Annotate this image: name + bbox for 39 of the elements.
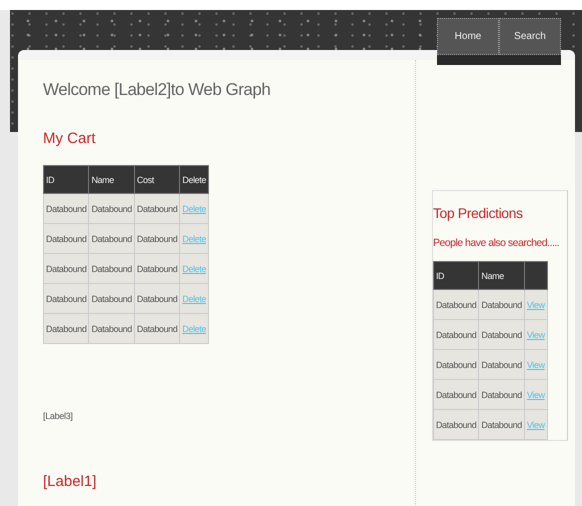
table-cell: Databound [136,324,178,334]
nav-button[interactable]: Home [437,18,499,55]
table-cell: Databound [46,234,86,244]
table-cell: Databound [481,330,522,340]
table-cell: Databound [436,360,476,370]
column-header: ID [44,166,89,194]
cart-title: My Cart [43,130,96,147]
table-cell: Databound [91,204,132,214]
table-cell: Databound [481,360,522,370]
table-cell: Databound [91,324,132,334]
table-cell: Databound [91,264,132,274]
table-cell: Databound [46,294,86,304]
table-cell: Databound [481,390,522,400]
table-cell: Databound [136,234,178,244]
column-header: Name [478,262,524,290]
table-cell: Databound [136,204,178,214]
table-cell: Databound [436,420,476,430]
column-header: Name [88,166,134,194]
table-cell: Databound [436,300,476,310]
welcome-heading: Welcome [Label2]to Web Graph [43,80,272,100]
label-heading: [Label1] [43,473,98,490]
table-cell: Databound [436,390,476,400]
column-header: Cost [134,166,180,194]
table-cell: Databound [481,300,522,310]
predictions-subtitle: People have also searched..... [432,237,560,249]
column-header: ID [433,262,479,290]
column-header: Delete [180,166,208,194]
table-cell: Databound [91,234,132,244]
table-cell: Databound [436,330,476,340]
table-cell: Databound [46,204,86,214]
nav-button[interactable]: Search [499,18,561,55]
table-cell: Databound [481,420,522,430]
label-text: [Label3] [43,411,74,421]
table-cell: Databound [136,294,178,304]
table-cell: Databound [46,264,86,274]
table-cell: Databound [136,264,178,274]
predictions-title: Top Predictions [432,205,524,221]
table-cell: Databound [91,294,132,304]
table-cell: Databound [46,324,86,334]
